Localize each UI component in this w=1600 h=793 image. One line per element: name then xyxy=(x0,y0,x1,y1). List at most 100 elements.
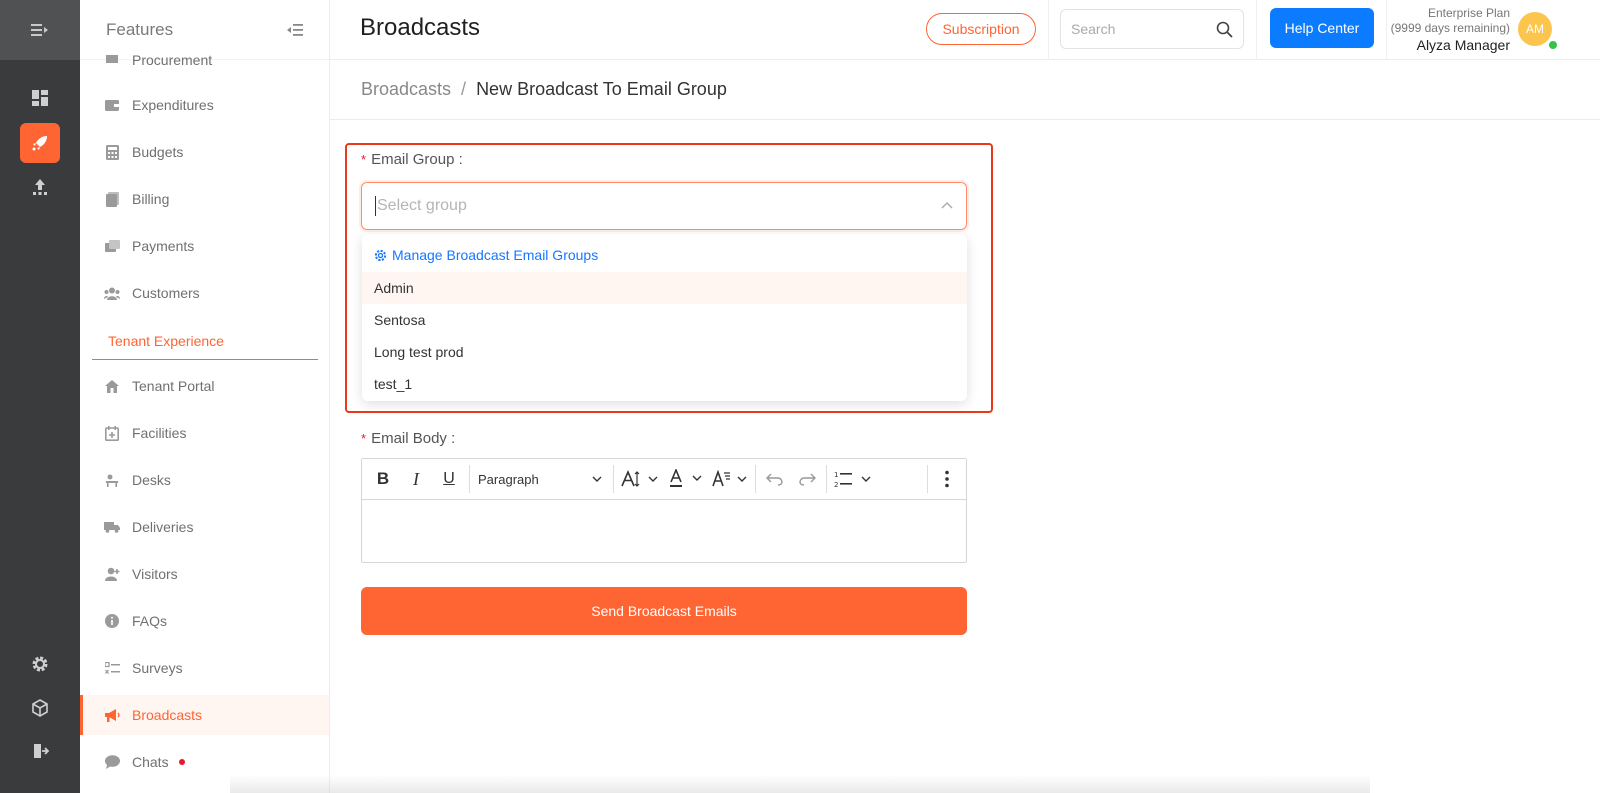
sidebar-item-label: Surveys xyxy=(132,660,183,676)
expand-menu-button[interactable] xyxy=(0,0,80,60)
email-body-editor: B I U Paragraph 12 xyxy=(361,458,967,563)
sidebar-item-label: Procurement xyxy=(132,52,213,68)
desk-icon xyxy=(104,472,120,488)
visitor-icon xyxy=(104,566,120,582)
sidebar-item-procurement[interactable]: Procurement xyxy=(80,40,329,80)
font-color-icon xyxy=(670,469,702,487)
text-style-button[interactable] xyxy=(712,467,750,491)
sidebar-item-broadcasts[interactable]: Broadcasts xyxy=(80,695,329,735)
sidebar-item-label: Desks xyxy=(132,472,171,488)
sidebar-item-label: Chats xyxy=(132,754,169,770)
search-input[interactable] xyxy=(1071,21,1211,37)
redo-button[interactable] xyxy=(796,467,818,491)
sidebar-item-visitors[interactable]: Visitors xyxy=(80,554,329,594)
sidebar-section-tenant-experience[interactable]: Tenant Experience xyxy=(92,322,318,360)
required-marker: * xyxy=(361,431,367,446)
subscription-button[interactable]: Subscription xyxy=(926,13,1036,45)
svg-text:1: 1 xyxy=(834,471,838,479)
truck-icon xyxy=(104,519,120,535)
sidebar-item-surveys[interactable]: Surveys xyxy=(80,648,329,688)
undo-icon xyxy=(766,473,783,486)
upload-chart-icon xyxy=(33,179,47,195)
select-placeholder: Select group xyxy=(377,197,467,214)
search-icon[interactable] xyxy=(1216,21,1233,38)
collapse-sidebar-icon[interactable] xyxy=(287,23,303,37)
wallet-icon xyxy=(104,97,120,113)
italic-button[interactable]: I xyxy=(405,467,427,491)
top-bar: Broadcasts Subscription Help Center Ente… xyxy=(330,0,1600,60)
font-size-button[interactable] xyxy=(621,467,661,491)
plan-info: Enterprise Plan (9999 days remaining) Al… xyxy=(1391,6,1510,53)
block-format-dropdown[interactable]: Paragraph xyxy=(478,467,602,491)
calculator-icon xyxy=(104,144,120,160)
info-icon xyxy=(104,613,120,629)
sidebar-item-expenditures[interactable]: Expenditures xyxy=(80,85,329,125)
calendar-plus-icon xyxy=(104,425,120,441)
sidebar-item-billing[interactable]: Billing xyxy=(80,179,329,219)
email-body-textarea[interactable] xyxy=(362,500,966,562)
sidebar-item-label: Broadcasts xyxy=(132,707,203,723)
dropdown-option-sentosa[interactable]: Sentosa xyxy=(362,304,967,336)
sidebar-item-deliveries[interactable]: Deliveries xyxy=(80,507,329,547)
chat-icon xyxy=(104,754,120,770)
plan-name: Enterprise Plan xyxy=(1427,6,1510,20)
rail-features-button[interactable] xyxy=(20,123,60,163)
divider xyxy=(1256,0,1257,60)
email-group-dropdown: Manage Broadcast Email Groups Admin Sent… xyxy=(362,234,967,401)
more-options-button[interactable] xyxy=(936,467,958,491)
divider xyxy=(1386,0,1387,60)
breadcrumb-broadcasts-link[interactable]: Broadcasts xyxy=(361,79,451,100)
rail-reports-button[interactable] xyxy=(20,167,60,207)
send-broadcast-button[interactable]: Send Broadcast Emails xyxy=(361,587,967,635)
sidebar-item-facilities[interactable]: Facilities xyxy=(80,413,329,453)
dropdown-option-admin[interactable]: Admin xyxy=(362,272,967,304)
font-color-button[interactable] xyxy=(669,467,707,491)
sidebar-item-label: Facilities xyxy=(132,425,187,441)
payments-icon xyxy=(104,238,120,254)
toolbar-divider xyxy=(613,465,614,493)
label-colon: : xyxy=(446,430,456,447)
text-cursor xyxy=(375,196,376,216)
cart-icon xyxy=(104,52,120,68)
rail-dashboard-button[interactable] xyxy=(20,78,60,118)
sidebar-item-customers[interactable]: Customers xyxy=(80,273,329,313)
page-title: Broadcasts xyxy=(360,14,481,41)
sidebar-item-payments[interactable]: Payments xyxy=(80,226,329,266)
avatar[interactable]: AM xyxy=(1518,12,1552,46)
search-box[interactable] xyxy=(1060,9,1244,49)
sidebar-title: Features xyxy=(106,19,174,39)
sidebar-item-label: FAQs xyxy=(132,613,168,629)
undo-button[interactable] xyxy=(764,467,786,491)
breadcrumb: Broadcasts / New Broadcast To Email Grou… xyxy=(330,60,1600,120)
dropdown-option-test-1[interactable]: test_1 xyxy=(362,368,967,400)
sidebar-item-desks[interactable]: Desks xyxy=(80,460,329,500)
receipt-icon xyxy=(104,191,120,207)
manage-email-groups-link[interactable]: Manage Broadcast Email Groups xyxy=(362,238,967,272)
list-button[interactable]: 12 xyxy=(834,467,876,491)
logout-icon xyxy=(34,744,50,758)
email-body-label: * Email Body : xyxy=(361,430,455,447)
sidebar-item-label: Tenant Portal xyxy=(132,378,215,394)
font-size-icon xyxy=(621,470,658,487)
divider xyxy=(1048,0,1049,60)
toolbar-divider xyxy=(826,465,827,493)
email-group-select[interactable]: Select group xyxy=(361,182,967,230)
bold-button[interactable]: B xyxy=(372,467,394,491)
rail-logout-button[interactable] xyxy=(20,731,60,771)
rail-settings-button[interactable] xyxy=(20,644,60,684)
email-group-label-text: Email Group xyxy=(371,151,455,168)
toolbar-divider xyxy=(927,465,928,493)
menu-expand-icon xyxy=(31,24,48,36)
chevron-up-icon[interactable] xyxy=(940,199,954,213)
toolbar-divider xyxy=(755,465,756,493)
chevron-down-icon xyxy=(592,476,602,482)
sidebar-item-budgets[interactable]: Budgets xyxy=(80,132,329,172)
help-center-button[interactable]: Help Center xyxy=(1270,8,1374,48)
unread-indicator xyxy=(178,759,185,765)
dropdown-option-long-test-prod[interactable]: Long test prod xyxy=(362,336,967,368)
block-format-value: Paragraph xyxy=(478,471,539,487)
sidebar-item-faqs[interactable]: FAQs xyxy=(80,601,329,641)
underline-button[interactable]: U xyxy=(438,467,460,491)
sidebar-item-tenant-portal[interactable]: Tenant Portal xyxy=(80,366,329,406)
rail-modules-button[interactable] xyxy=(20,688,60,728)
